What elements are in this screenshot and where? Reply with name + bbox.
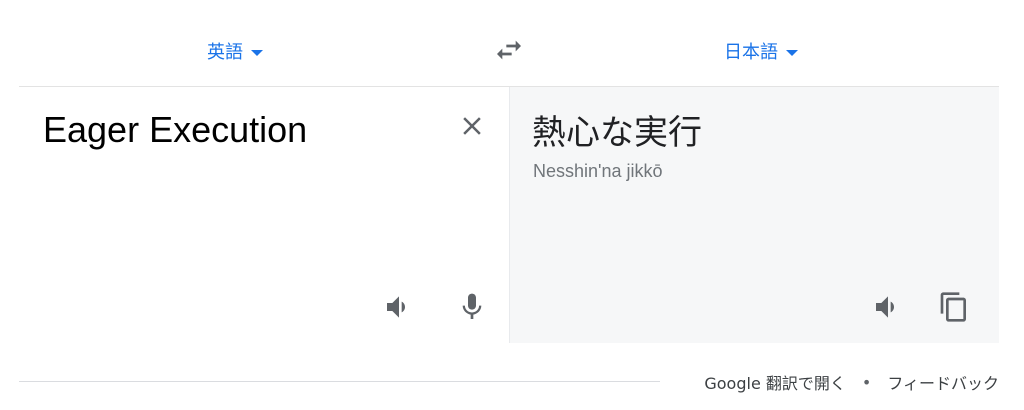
swap-icon [497, 40, 521, 60]
feedback-link[interactable]: フィードバック [887, 370, 999, 394]
target-language-selector[interactable]: 日本語 [724, 38, 798, 64]
chevron-down-icon [786, 49, 798, 56]
close-icon [463, 117, 481, 135]
listen-translation-button[interactable] [872, 291, 904, 323]
translate-widget: 英語 日本語 Eager Execution 熱心な実行 Nesshin'na … [0, 0, 1024, 410]
open-in-google-translate-link[interactable]: Google 翻訳で開く [704, 370, 846, 394]
footer-divider [19, 381, 660, 382]
translated-text: 熱心な実行 [532, 113, 702, 153]
footer: Google 翻訳で開く • フィードバック [19, 370, 999, 394]
copy-translation-button[interactable] [938, 291, 970, 323]
transliteration-text: Nesshin'na jikkō [533, 161, 663, 181]
swap-languages-button[interactable] [493, 34, 525, 66]
speaker-icon [387, 296, 405, 318]
target-language-label: 日本語 [724, 42, 778, 62]
voice-input-button[interactable] [456, 291, 488, 323]
source-text[interactable]: Eager Execution [43, 109, 307, 151]
footer-separator: • [861, 372, 872, 392]
chevron-down-icon [251, 49, 263, 56]
footer-links: Google 翻訳で開く • フィードバック [704, 370, 999, 394]
clear-button[interactable] [457, 111, 487, 141]
microphone-icon [462, 293, 482, 319]
target-panel: 熱心な実行 Nesshin'na jikkō [510, 87, 999, 343]
speaker-icon [876, 296, 894, 318]
source-language-label: 英語 [207, 42, 243, 62]
listen-source-button[interactable] [383, 291, 415, 323]
source-panel[interactable]: Eager Execution [19, 87, 510, 343]
translation-panels: Eager Execution 熱心な実行 Nesshin'na jikkō [19, 87, 999, 343]
language-bar: 英語 日本語 [19, 14, 999, 87]
copy-icon [940, 292, 966, 322]
source-language-selector[interactable]: 英語 [207, 38, 263, 64]
